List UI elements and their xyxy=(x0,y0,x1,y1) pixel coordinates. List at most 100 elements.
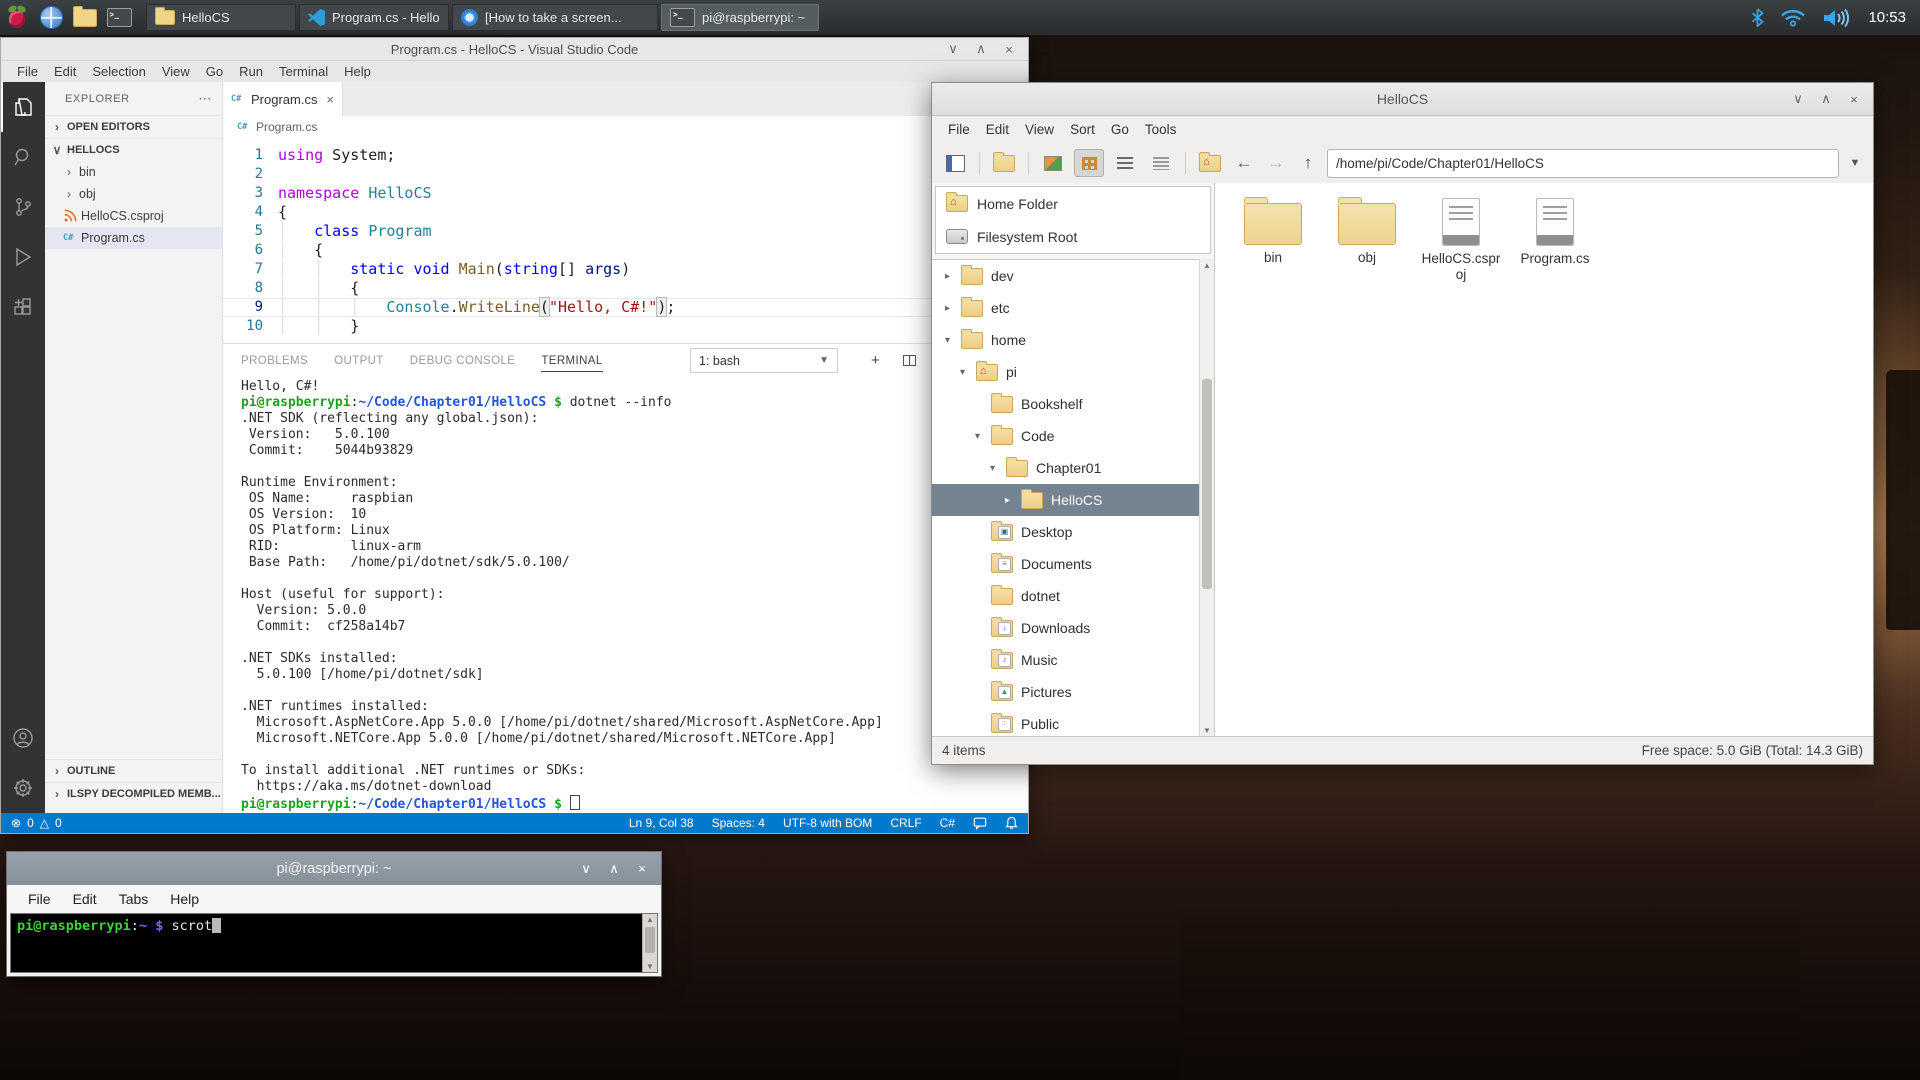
status-item[interactable]: C# xyxy=(940,816,955,830)
warnings-icon[interactable]: △ xyxy=(40,816,49,830)
status-item[interactable]: UTF-8 with BOM xyxy=(783,816,872,830)
scrollbar-thumb[interactable] xyxy=(645,927,655,953)
account-icon[interactable] xyxy=(1,713,45,763)
workspace-section[interactable]: ∨ HELLOCS xyxy=(45,138,222,161)
scroll-up-icon[interactable]: ▲ xyxy=(643,915,657,924)
expander-down-icon[interactable]: ▾ xyxy=(972,431,983,442)
place-home-folder[interactable]: ⌂Home Folder xyxy=(936,187,1210,220)
terminal-console[interactable]: pi@raspberrypi:~ $ scrot ▲ ▼ xyxy=(10,913,658,973)
detailed-list-view-icon[interactable] xyxy=(1110,149,1140,177)
expander-down-icon[interactable]: ▾ xyxy=(957,367,968,378)
panel-tab-problems[interactable]: PROBLEMS xyxy=(241,351,308,372)
list-view-icon[interactable] xyxy=(1146,149,1176,177)
icon-view-icon[interactable] xyxy=(1038,149,1068,177)
tree-item-desktop[interactable]: ▣Desktop xyxy=(932,516,1200,548)
status-item[interactable]: Spaces: 4 xyxy=(712,816,765,830)
close-icon[interactable]: × xyxy=(1002,42,1016,57)
tree-item-etc[interactable]: ▸etc xyxy=(932,292,1200,324)
explorer-item-program.cs[interactable]: C#Program.cs xyxy=(45,227,222,249)
lxt-menu-tabs[interactable]: Tabs xyxy=(108,891,160,907)
fm-menu-sort[interactable]: Sort xyxy=(1062,122,1103,137)
forward-icon[interactable]: → xyxy=(1263,153,1289,173)
file-manager-launcher-icon[interactable] xyxy=(68,2,102,33)
clock[interactable]: 10:53 xyxy=(1868,9,1906,26)
up-icon[interactable]: ↑ xyxy=(1295,153,1321,173)
run-debug-icon[interactable] xyxy=(1,232,45,282)
raspberry-pi-menu-icon[interactable] xyxy=(0,2,34,33)
breadcrumb[interactable]: C# Program.cs xyxy=(223,116,1028,138)
expander-down-icon[interactable]: ▾ xyxy=(987,463,998,474)
settings-gear-icon[interactable] xyxy=(1,763,45,813)
home-icon[interactable]: ⌂ xyxy=(1195,149,1225,177)
tree-item-music[interactable]: ♪Music xyxy=(932,644,1200,676)
place-filesystem-root[interactable]: Filesystem Root xyxy=(936,220,1210,253)
taskbar-window-chromium[interactable]: [How to take a screen... xyxy=(452,4,658,31)
new-terminal-icon[interactable]: + xyxy=(871,352,880,369)
file-manager-titlebar[interactable]: HelloCS ∨ ∧ × xyxy=(932,83,1873,116)
tree-item-downloads[interactable]: ↓Downloads xyxy=(932,612,1200,644)
menu-go[interactable]: Go xyxy=(198,64,231,79)
address-bar[interactable]: /home/pi/Code/Chapter01/HelloCS xyxy=(1327,149,1839,178)
fm-menu-view[interactable]: View xyxy=(1017,122,1062,137)
notifications-bell-icon[interactable] xyxy=(1005,816,1018,830)
new-window-icon[interactable] xyxy=(940,149,970,177)
terminal-launcher-icon[interactable]: >_ xyxy=(102,2,136,33)
vscode-titlebar[interactable]: Program.cs - HelloCS - Visual Studio Cod… xyxy=(1,38,1028,61)
file-hellocs-csproj[interactable]: HelloCS.csproj xyxy=(1414,195,1508,283)
integrated-terminal[interactable]: Hello, C#!pi@raspberrypi:~/Code/Chapter0… xyxy=(241,379,1022,811)
menu-edit[interactable]: Edit xyxy=(46,64,84,79)
address-dropdown-icon[interactable]: ▼ xyxy=(1845,157,1865,169)
sidebar-section-outline[interactable]: ›OUTLINE xyxy=(45,759,222,782)
terminal-selector-dropdown[interactable]: 1: bash ▼ xyxy=(690,348,838,373)
feedback-icon[interactable] xyxy=(973,816,987,830)
scrollbar-thumb[interactable] xyxy=(1202,379,1212,589)
expander-right-icon[interactable]: ▸ xyxy=(942,271,953,282)
scroll-down-icon[interactable]: ▼ xyxy=(1200,726,1214,735)
search-icon[interactable] xyxy=(1,132,45,182)
maximize-icon[interactable]: ∧ xyxy=(974,41,988,57)
menu-help[interactable]: Help xyxy=(336,64,379,79)
sidebar-section-ilspy-decompiled-memb-[interactable]: ›ILSPY DECOMPILED MEMB... xyxy=(45,782,222,805)
tree-item-dev[interactable]: ▸dev xyxy=(932,260,1200,292)
menu-terminal[interactable]: Terminal xyxy=(271,64,336,79)
explorer-item-hellocs.csproj[interactable]: HelloCS.csproj xyxy=(45,205,222,227)
menu-view[interactable]: View xyxy=(154,64,198,79)
bluetooth-icon[interactable] xyxy=(1751,8,1764,27)
extensions-icon[interactable] xyxy=(1,282,45,332)
maximize-icon[interactable]: ∧ xyxy=(607,861,621,877)
expander-right-icon[interactable]: ▸ xyxy=(942,303,953,314)
explorer-icon[interactable] xyxy=(1,82,45,132)
volume-icon[interactable] xyxy=(1822,8,1852,28)
file-obj[interactable]: obj xyxy=(1320,195,1414,266)
panel-tab-output[interactable]: OUTPUT xyxy=(334,351,384,372)
menu-selection[interactable]: Selection xyxy=(84,64,153,79)
tree-item-chapter01[interactable]: ▾Chapter01 xyxy=(932,452,1200,484)
explorer-item-obj[interactable]: ›obj xyxy=(45,183,222,205)
panel-tab-debug-console[interactable]: DEBUG CONSOLE xyxy=(410,351,516,372)
fm-menu-go[interactable]: Go xyxy=(1103,122,1137,137)
fm-menu-file[interactable]: File xyxy=(940,122,978,137)
lxt-menu-help[interactable]: Help xyxy=(159,891,210,907)
tree-item-hellocs[interactable]: ▸HelloCS xyxy=(932,484,1200,516)
menu-run[interactable]: Run xyxy=(231,64,271,79)
taskbar-window-folder[interactable]: HelloCS xyxy=(146,4,296,31)
taskbar-window-vscode[interactable]: Program.cs - HelloCS... xyxy=(299,4,449,31)
file-program-cs[interactable]: Program.cs xyxy=(1508,195,1602,267)
back-icon[interactable]: ← xyxy=(1231,153,1257,173)
tree-item-public[interactable]: ⁘Public xyxy=(932,708,1200,737)
menu-file[interactable]: File xyxy=(9,64,46,79)
lxt-menu-file[interactable]: File xyxy=(17,891,62,907)
tree-item-pi[interactable]: ▾⌂pi xyxy=(932,356,1200,388)
expander-right-icon[interactable]: ▸ xyxy=(1002,495,1013,506)
split-terminal-icon[interactable] xyxy=(903,355,916,366)
shade-icon[interactable]: ∨ xyxy=(1791,91,1805,107)
tree-item-code[interactable]: ▾Code xyxy=(932,420,1200,452)
more-actions-icon[interactable]: ⋯ xyxy=(198,91,212,107)
errors-icon[interactable]: ⊗ xyxy=(11,816,21,830)
close-icon[interactable]: × xyxy=(1847,92,1861,107)
scroll-down-icon[interactable]: ▼ xyxy=(643,962,657,971)
shade-icon[interactable]: ∨ xyxy=(946,41,960,57)
tree-item-home[interactable]: ▾home xyxy=(932,324,1200,356)
warning-count[interactable]: 0 xyxy=(55,816,62,830)
terminal-scrollbar[interactable]: ▲ ▼ xyxy=(642,914,657,972)
